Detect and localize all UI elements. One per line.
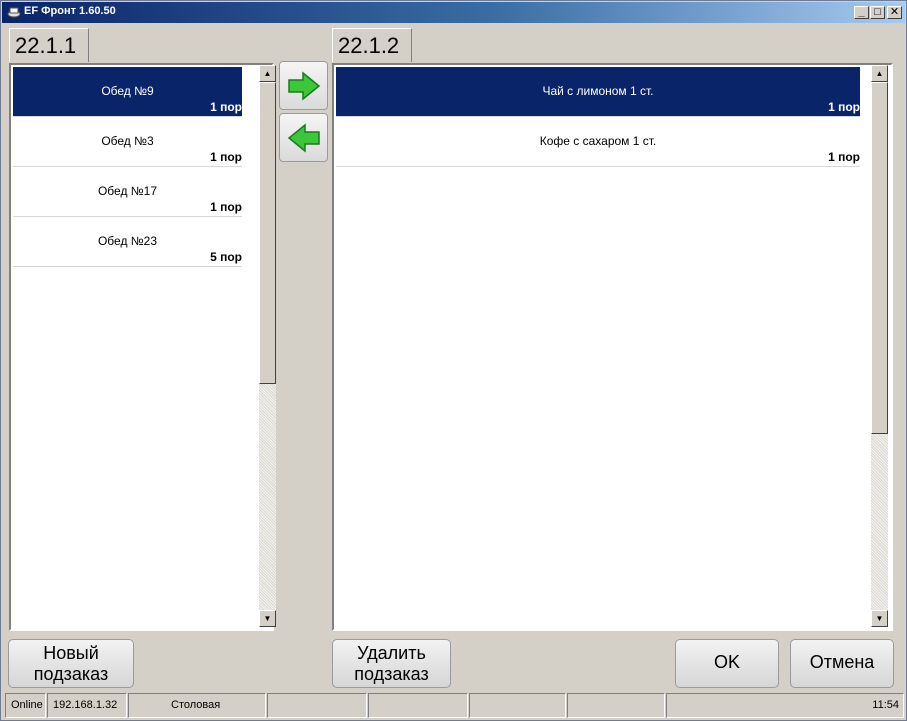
- main-window: EF Фронт 1.60.50 _ □ ✕ 22.1.1 22.1.2 Обе…: [0, 0, 907, 721]
- app-icon: [7, 7, 21, 18]
- close-button[interactable]: ✕: [887, 6, 902, 19]
- status-cell-empty: [267, 693, 367, 718]
- item-name: Обед №3: [101, 134, 154, 148]
- item-qty: 1 пор: [210, 150, 242, 164]
- move-right-button[interactable]: [279, 61, 328, 110]
- left-scrollbar[interactable]: ▲ ▼: [259, 65, 276, 627]
- scroll-down-arrow-icon[interactable]: ▼: [871, 610, 888, 627]
- scroll-thumb[interactable]: [259, 82, 276, 384]
- move-left-button[interactable]: [279, 113, 328, 162]
- button-label-line2: подзаказ: [354, 664, 429, 684]
- item-name: Обед №9: [101, 84, 154, 98]
- button-label-line1: Удалить: [357, 643, 426, 663]
- list-item[interactable]: Чай с лимоном 1 ст. 1 пор: [336, 67, 860, 117]
- left-order-list-panel: Обед №9 1 пор Обед №3 1 пор Обед №17 1 пор Обе…: [9, 63, 274, 631]
- scroll-up-arrow-icon[interactable]: ▲: [871, 65, 888, 82]
- green-arrow-left-icon: [287, 123, 320, 153]
- item-name: Кофе с сахаром 1 ст.: [539, 134, 657, 148]
- item-name: Чай с лимоном 1 ст.: [542, 84, 654, 98]
- tab-left-suborder[interactable]: 22.1.1: [9, 28, 89, 62]
- cancel-button[interactable]: Отмена: [790, 639, 894, 688]
- status-time: 11:54: [666, 693, 904, 718]
- window-title: EF Фронт 1.60.50: [24, 5, 116, 17]
- list-item[interactable]: Обед №3 1 пор: [13, 117, 242, 167]
- tab-right-suborder[interactable]: 22.1.2: [332, 28, 412, 62]
- list-item[interactable]: Обед №17 1 пор: [13, 167, 242, 217]
- status-bar: Online 192.168.1.32 Столовая 11:54: [4, 693, 904, 718]
- minimize-button[interactable]: _: [854, 6, 869, 19]
- status-ip: 192.168.1.32: [47, 693, 127, 718]
- list-item[interactable]: Обед №9 1 пор: [13, 67, 242, 117]
- button-label-line2: подзаказ: [33, 664, 109, 684]
- right-order-list: Чай с лимоном 1 ст. 1 пор Кофе с сахаром 1…: [336, 67, 860, 167]
- delete-suborder-button[interactable]: Удалить подзаказ: [332, 639, 451, 688]
- item-name: Обед №23: [97, 234, 158, 248]
- item-qty: 5 пор: [210, 250, 242, 264]
- item-name: Обед №17: [97, 184, 158, 198]
- right-order-list-panel: Чай с лимоном 1 ст. 1 пор Кофе с сахаром 1…: [332, 63, 893, 631]
- button-label-line1: Новый: [43, 643, 99, 663]
- ok-button[interactable]: OK: [675, 639, 779, 688]
- scroll-up-arrow-icon[interactable]: ▲: [259, 65, 276, 82]
- green-arrow-right-icon: [288, 71, 321, 101]
- scroll-down-arrow-icon[interactable]: ▼: [259, 610, 276, 627]
- item-qty: 1 пор: [828, 100, 860, 114]
- list-item[interactable]: Обед №23 5 пор: [13, 217, 242, 267]
- maximize-button[interactable]: □: [870, 6, 885, 19]
- status-cell-empty: [368, 693, 468, 718]
- item-qty: 1 пор: [828, 150, 860, 164]
- title-bar[interactable]: EF Фронт 1.60.50 _ □ ✕: [2, 2, 905, 23]
- status-cell-empty: [469, 693, 566, 718]
- item-qty: 1 пор: [210, 100, 242, 114]
- left-order-list: Обед №9 1 пор Обед №3 1 пор Обед №17 1 пор Обе…: [13, 67, 242, 267]
- right-scrollbar[interactable]: ▲ ▼: [871, 65, 888, 627]
- new-suborder-button[interactable]: Новый подзаказ: [8, 639, 134, 688]
- item-qty: 1 пор: [210, 200, 242, 214]
- list-item[interactable]: Кофе с сахаром 1 ст. 1 пор: [336, 117, 860, 167]
- scroll-thumb[interactable]: [871, 82, 888, 434]
- status-cell-empty: [567, 693, 665, 718]
- status-connection: Online: [5, 693, 46, 718]
- status-location: Столовая: [128, 693, 266, 718]
